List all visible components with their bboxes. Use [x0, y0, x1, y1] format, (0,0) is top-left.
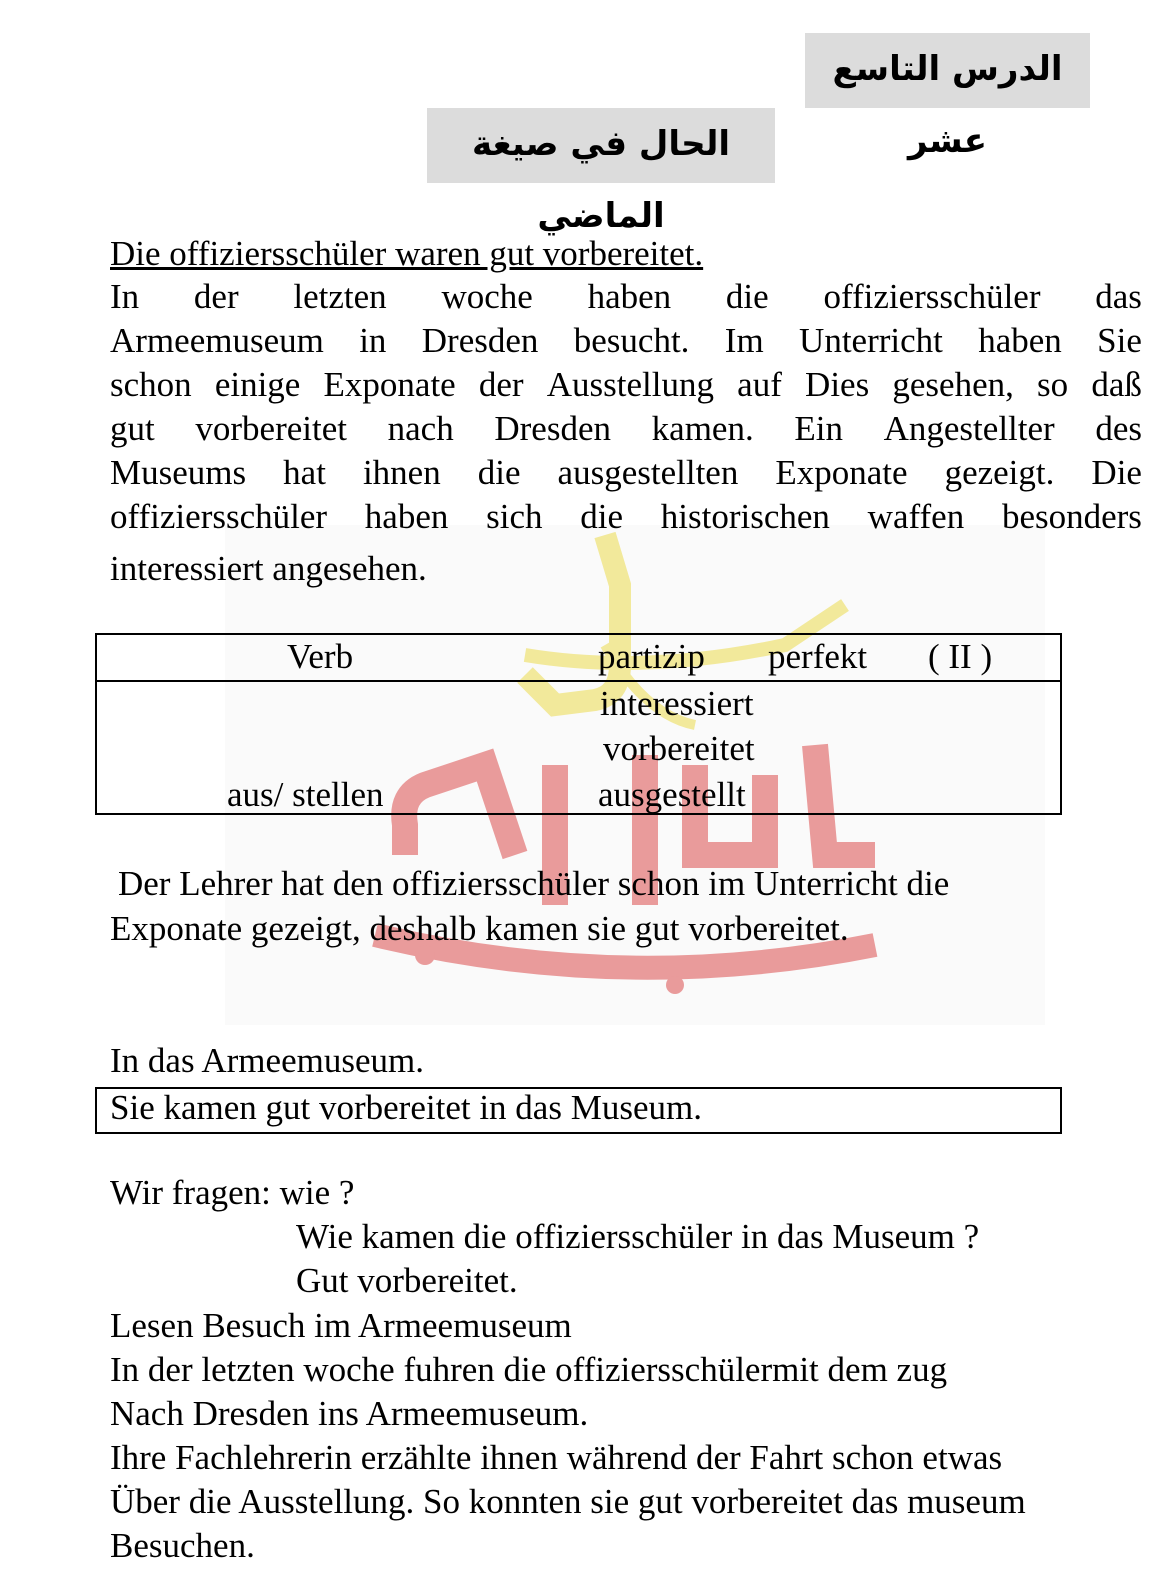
paragraph-word: In: [110, 277, 140, 316]
question-prompt: Wir fragen: wie ?: [110, 1173, 355, 1212]
reading-title: Lesen Besuch im Armeemuseum: [110, 1306, 572, 1345]
paragraph-word: offiziersschüler: [823, 277, 1041, 316]
table-header-verb: Verb: [287, 637, 354, 676]
paragraph-word: hat: [283, 453, 326, 492]
paragraph-word: besonders: [1001, 497, 1142, 536]
paragraph-word: schon: [110, 365, 192, 404]
table-cell-partizip: ausgestellt: [598, 775, 746, 814]
paragraph-line: gut vorbereitet nach Dresden kamen. Ein Angest…: [110, 406, 1142, 451]
table-cell-verb: aus/ stellen: [227, 775, 384, 814]
paragraph-word: Sie: [1097, 321, 1142, 360]
table-cell-partizip: interessiert: [600, 684, 754, 723]
paragraph-word: gesehen,: [892, 365, 1014, 404]
document-page: الدرس التاسع عشر الحال في صيغة الماضي Di…: [0, 0, 1163, 1593]
paragraph-word: waffen: [867, 497, 965, 536]
paragraph-word: offiziersschüler: [110, 497, 328, 536]
text-title: Die offiziersschüler waren gut vorbereit…: [110, 234, 704, 273]
answer-text: Gut vorbereitet.: [296, 1261, 518, 1300]
paragraph-word: ausgestellten: [557, 453, 739, 492]
paragraph-word: die: [725, 277, 769, 316]
paragraph-word: Dresden: [494, 409, 611, 448]
paragraph-word: Ein: [794, 409, 843, 448]
paragraph-line: offiziersschüler haben sich die historischen…: [110, 494, 1142, 539]
lehrer-sentence-line-2: Exponate gezeigt, deshalb kamen sie gut …: [110, 909, 849, 948]
reading-line: Nach Dresden ins Armeemuseum.: [110, 1394, 589, 1433]
boxed-sentence: Sie kamen gut vorbereitet in das Museum.: [110, 1088, 702, 1127]
paragraph-word: ihnen: [362, 453, 441, 492]
paragraph-word: kamen.: [651, 409, 754, 448]
paragraph-word: Dresden: [421, 321, 539, 360]
table-cell-partizip: vorbereitet: [603, 729, 755, 768]
paragraph-word: Museums: [110, 453, 247, 492]
paragraph-word: Angestellter: [883, 409, 1055, 448]
paragraph-word: historischen: [660, 497, 830, 536]
reading-line: Ihre Fachlehrerin erzählte ihnen während…: [110, 1438, 1003, 1477]
paragraph-word: Exponate: [323, 365, 456, 404]
paragraph-word: der: [478, 365, 524, 404]
paragraph-last-line: interessiert angesehen.: [110, 549, 427, 588]
paragraph-word: Die: [1091, 453, 1142, 492]
paragraph-word: die: [580, 497, 624, 536]
reading-line: In der letzten woche fuhren die offizier…: [110, 1350, 948, 1389]
paragraph-word: Unterricht: [799, 321, 943, 360]
paragraph-word: vorbereitet: [195, 409, 347, 448]
paragraph-word: des: [1095, 409, 1142, 448]
paragraph-word: sich: [486, 497, 543, 536]
paragraph-word: Ausstellung: [546, 365, 714, 404]
paragraph-word: haben: [978, 321, 1062, 360]
paragraph-word: nach: [387, 409, 454, 448]
paragraph-word: woche: [441, 277, 533, 316]
paragraph-word: gut: [110, 409, 155, 448]
paragraph-word: Armeemuseum: [110, 321, 324, 360]
paragraph-line: Armeemuseum in Dresden besucht. Im Unterricht…: [110, 318, 1142, 363]
paragraph-word: gezeigt.: [944, 453, 1055, 492]
paragraph-word: Exponate: [775, 453, 908, 492]
lehrer-sentence-line-1: Der Lehrer hat den offiziersschüler scho…: [118, 864, 950, 903]
paragraph-word: das: [1095, 277, 1142, 316]
paragraph-word: haben: [364, 497, 449, 536]
paragraph-line: schon einige Exponate der Ausstellung auf Dies…: [110, 362, 1142, 407]
paragraph-word: besucht.: [573, 321, 690, 360]
table-header-partizip: partizip: [598, 637, 705, 676]
reading-line: Besuchen.: [110, 1526, 255, 1565]
paragraph-word: in: [359, 321, 387, 360]
question-text: Wie kamen die offiziersschüler in das Mu…: [296, 1217, 980, 1256]
table-header-perfekt: perfekt: [768, 637, 868, 676]
table-header-roman: ( II ): [928, 637, 993, 676]
museum-line: In das Armeemuseum.: [110, 1041, 424, 1080]
paragraph-word: die: [477, 453, 521, 492]
paragraph-word: daß: [1091, 365, 1142, 404]
paragraph-word: Dies: [805, 365, 870, 404]
paragraph-word: auf: [737, 365, 782, 404]
paragraph-word: einige: [214, 365, 301, 404]
paragraph-word: der: [193, 277, 239, 316]
paragraph-line: In der letzten woche haben die offiziersschüle…: [110, 274, 1142, 319]
paragraph-line: Museums hat ihnen die ausgestellten Exponate g…: [110, 450, 1142, 495]
topic-title: الحال في صيغة الماضي: [427, 108, 775, 236]
paragraph-word: so: [1037, 365, 1069, 404]
lesson-title: الدرس التاسع عشر: [805, 33, 1090, 161]
paragraph-word: Im: [724, 321, 764, 360]
paragraph-word: haben: [587, 277, 672, 316]
reading-line: Über die Ausstellung. So konnten sie gut…: [110, 1482, 1026, 1521]
paragraph-word: letzten: [293, 277, 387, 316]
table-header-divider: [97, 680, 1060, 682]
